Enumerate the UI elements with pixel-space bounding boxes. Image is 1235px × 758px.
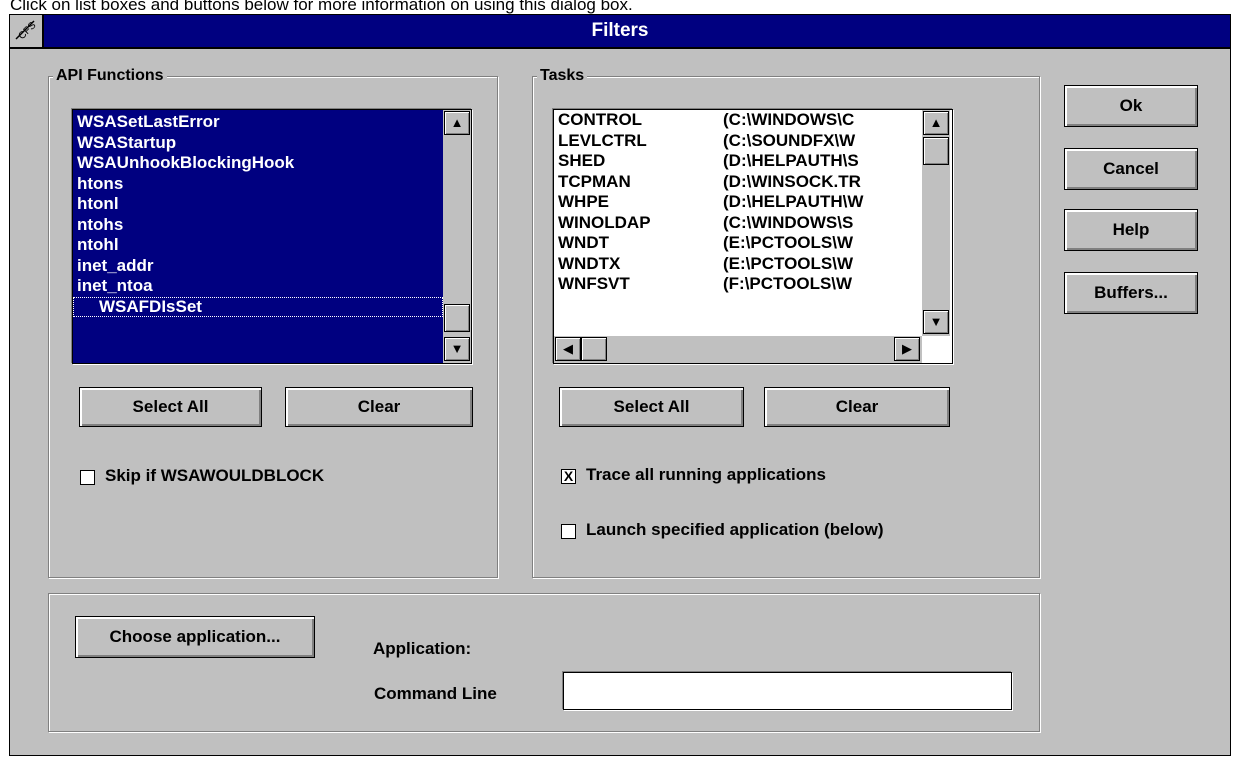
- tasks-select-all-button[interactable]: Select All: [559, 387, 744, 427]
- task-item[interactable]: WINOLDAP (C:\WINDOWS\S: [554, 213, 922, 234]
- task-name: TCPMAN: [558, 171, 631, 191]
- launch-specified-label[interactable]: Launch specified application (below): [586, 520, 884, 540]
- api-function-item[interactable]: WSASetLastError: [73, 112, 443, 133]
- task-item[interactable]: WNFSVT (F:\PCTOOLS\W: [554, 274, 922, 295]
- api-functions-label: API Functions: [53, 67, 167, 85]
- launch-specified-checkbox[interactable]: [561, 524, 576, 539]
- task-name: SHED: [558, 151, 606, 170]
- task-name: WINOLDAP: [558, 212, 651, 232]
- tasks-hscroll-thumb[interactable]: [581, 337, 607, 361]
- scroll-up-icon[interactable]: ▲: [444, 111, 470, 135]
- task-path: (E:\PCTOOLS\W: [723, 253, 854, 273]
- task-item[interactable]: WNDT (E:\PCTOOLS\W: [554, 233, 922, 254]
- task-item[interactable]: LEVLCTRL (C:\SOUNDFX\W: [554, 131, 922, 152]
- api-function-item[interactable]: ntohs: [73, 215, 443, 236]
- filters-dialog: CFS Filters API Functions WSASetLastErro…: [9, 14, 1231, 756]
- task-name: CONTROL: [558, 110, 643, 129]
- task-name: WNDT: [558, 233, 609, 252]
- task-path: (D:\HELPAUTH\W: [723, 192, 864, 211]
- tasks-scroll-up-icon[interactable]: ▲: [923, 111, 949, 135]
- task-path: (D:\HELPAUTH\S: [723, 151, 859, 170]
- title-bar: CFS Filters: [10, 15, 1230, 49]
- help-caption: Click on list boxes and buttons below fo…: [10, 0, 633, 14]
- ok-button[interactable]: Ok: [1064, 85, 1198, 127]
- command-line-input[interactable]: [563, 672, 1012, 710]
- task-path: (C:\WINDOWS\C: [723, 110, 855, 129]
- api-function-item[interactable]: htonl: [73, 194, 443, 215]
- task-path: (E:\PCTOOLS\W: [723, 233, 854, 252]
- tasks-vscroll-thumb[interactable]: [923, 137, 949, 165]
- api-function-item[interactable]: htons: [73, 174, 443, 195]
- task-item[interactable]: TCPMAN (D:\WINSOCK.TR: [554, 172, 922, 193]
- task-item[interactable]: CONTROL (C:\WINDOWS\C: [554, 110, 922, 131]
- command-line-label: Command Line: [374, 684, 497, 703]
- task-name: LEVLCTRL: [558, 130, 647, 150]
- task-path: (C:\SOUNDFX\W: [723, 130, 856, 150]
- tasks-group: Tasks CONTROL (C:\WINDOWS\C LEVLCTRL (C:\SO…: [532, 67, 1040, 578]
- application-label: Application:: [373, 639, 472, 658]
- api-vertical-scrollbar[interactable]: ▲ ▼: [443, 110, 471, 363]
- buffers-button[interactable]: Buffers...: [1064, 272, 1198, 314]
- task-item[interactable]: WHPE (D:\HELPAUTH\W: [554, 192, 922, 213]
- api-function-item[interactable]: WSAFDIsSet: [73, 296, 443, 317]
- api-clear-button[interactable]: Clear: [285, 387, 473, 427]
- application-group: Choose application... Application: Comma…: [48, 593, 1040, 732]
- api-function-item[interactable]: inet_addr: [73, 256, 443, 277]
- api-functions-listbox[interactable]: WSASetLastError WSAStartup WSAUnhookBlocki…: [72, 109, 472, 364]
- api-select-all-button[interactable]: Select All: [79, 387, 262, 427]
- api-function-item[interactable]: WSAUnhookBlockingHook: [73, 153, 443, 174]
- skip-wsawouldblock-label[interactable]: Skip if WSAWOULDBLOCK: [105, 466, 324, 486]
- tasks-scroll-down-icon[interactable]: ▼: [923, 310, 949, 334]
- scroll-down-icon[interactable]: ▼: [444, 337, 470, 361]
- tasks-clear-button[interactable]: Clear: [764, 387, 950, 427]
- skip-wsawouldblock-checkbox[interactable]: [80, 470, 95, 485]
- window-title: Filters: [591, 20, 649, 41]
- choose-application-button[interactable]: Choose application...: [75, 616, 315, 658]
- api-function-item[interactable]: inet_ntoa: [73, 276, 443, 297]
- cancel-button[interactable]: Cancel: [1064, 148, 1198, 190]
- api-function-item[interactable]: WSAStartup: [73, 133, 443, 154]
- task-path: (F:\PCTOOLS\W: [723, 274, 853, 293]
- api-functions-group: API Functions WSASetLastError WSAStartup W…: [48, 67, 498, 578]
- tasks-horizontal-scrollbar[interactable]: ◀ ▶: [554, 336, 922, 363]
- tasks-label: Tasks: [537, 67, 588, 85]
- task-path: (D:\WINSOCK.TR: [723, 171, 861, 191]
- help-button[interactable]: Help: [1064, 209, 1198, 251]
- api-function-item[interactable]: ntohl: [73, 235, 443, 256]
- task-name: WHPE: [558, 192, 609, 211]
- trace-all-checkbox[interactable]: X: [561, 469, 576, 484]
- tasks-scroll-right-icon[interactable]: ▶: [894, 337, 920, 361]
- tasks-vertical-scrollbar[interactable]: ▲ ▼: [922, 110, 950, 336]
- tasks-scroll-left-icon[interactable]: ◀: [555, 337, 581, 361]
- task-name: WNDTX: [558, 253, 621, 273]
- tasks-listbox[interactable]: CONTROL (C:\WINDOWS\C LEVLCTRL (C:\SOUNDFX\…: [553, 109, 953, 364]
- scrollbar-thumb[interactable]: [444, 304, 470, 332]
- task-name: WNFSVT: [558, 274, 630, 293]
- task-item[interactable]: WNDTX (E:\PCTOOLS\W: [554, 254, 922, 275]
- task-item[interactable]: SHED (D:\HELPAUTH\S: [554, 151, 922, 172]
- trace-all-label[interactable]: Trace all running applications: [586, 465, 826, 485]
- task-path: (C:\WINDOWS\S: [723, 212, 854, 232]
